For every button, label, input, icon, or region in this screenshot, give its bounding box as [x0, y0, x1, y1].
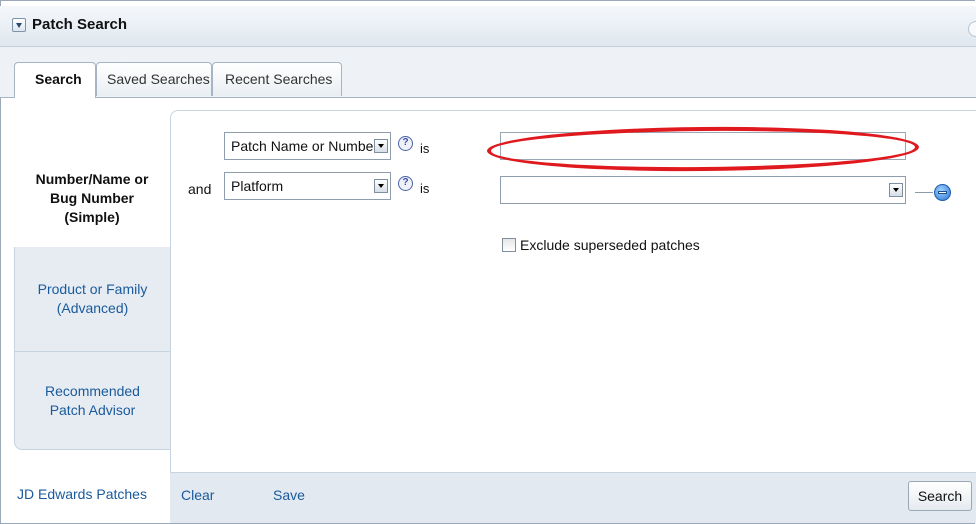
nav-item-label: Recommended Patch Advisor — [45, 382, 140, 418]
field-select-row1[interactable]: Patch Name or Number — [224, 132, 391, 160]
clear-link[interactable]: Clear — [181, 487, 214, 503]
exclude-superseded-label: Exclude superseded patches — [520, 237, 700, 253]
operator-label-row2: is — [420, 181, 430, 196]
field-select-value: Platform — [231, 178, 284, 194]
nav-item-label: Number/Name or Bug Number (Simple) — [35, 171, 149, 225]
dropdown-arrow-icon[interactable] — [374, 179, 388, 193]
nav-item-recommended-advisor[interactable]: Recommended Patch Advisor — [14, 352, 170, 450]
tab-search[interactable]: Search — [14, 62, 96, 98]
help-icon[interactable]: ? — [398, 136, 413, 151]
field-select-value: Patch Name or Number — [231, 138, 379, 154]
tab-recent-searches[interactable]: Recent Searches — [212, 62, 342, 96]
search-type-nav: Number/Name or Bug Number (Simple) Produ… — [14, 150, 170, 450]
save-link[interactable]: Save — [273, 487, 305, 503]
tab-bar: Search Saved Searches Recent Searches — [0, 47, 976, 98]
jd-edwards-patches-link[interactable]: JD Edwards Patches — [17, 486, 147, 502]
panel-header: Patch Search — [0, 6, 976, 47]
search-button[interactable]: Search — [908, 481, 972, 511]
help-icon[interactable]: ? — [398, 176, 413, 191]
collapse-triangle-icon[interactable] — [12, 18, 26, 32]
dropdown-arrow-icon[interactable] — [374, 139, 388, 153]
exclude-superseded-checkbox[interactable] — [502, 238, 516, 252]
remove-row-connector — [915, 192, 933, 193]
remove-row-icon[interactable] — [934, 184, 951, 201]
nav-item-simple[interactable]: Number/Name or Bug Number (Simple) — [14, 150, 170, 247]
nav-item-label: Product or Family (Advanced) — [37, 281, 148, 316]
field-select-row2[interactable]: Platform — [224, 172, 391, 200]
platform-value-select[interactable] — [500, 176, 906, 204]
panel-title: Patch Search — [32, 16, 128, 33]
nav-item-advanced[interactable]: Product or Family (Advanced) — [14, 247, 170, 352]
operator-label-row1: is — [420, 141, 430, 156]
conjunction-label: and — [188, 181, 212, 197]
tab-saved-searches[interactable]: Saved Searches — [96, 62, 212, 96]
header-action-icon[interactable] — [968, 21, 976, 37]
dropdown-arrow-icon[interactable] — [889, 183, 903, 197]
search-footer: Clear Save Search — [170, 472, 976, 523]
